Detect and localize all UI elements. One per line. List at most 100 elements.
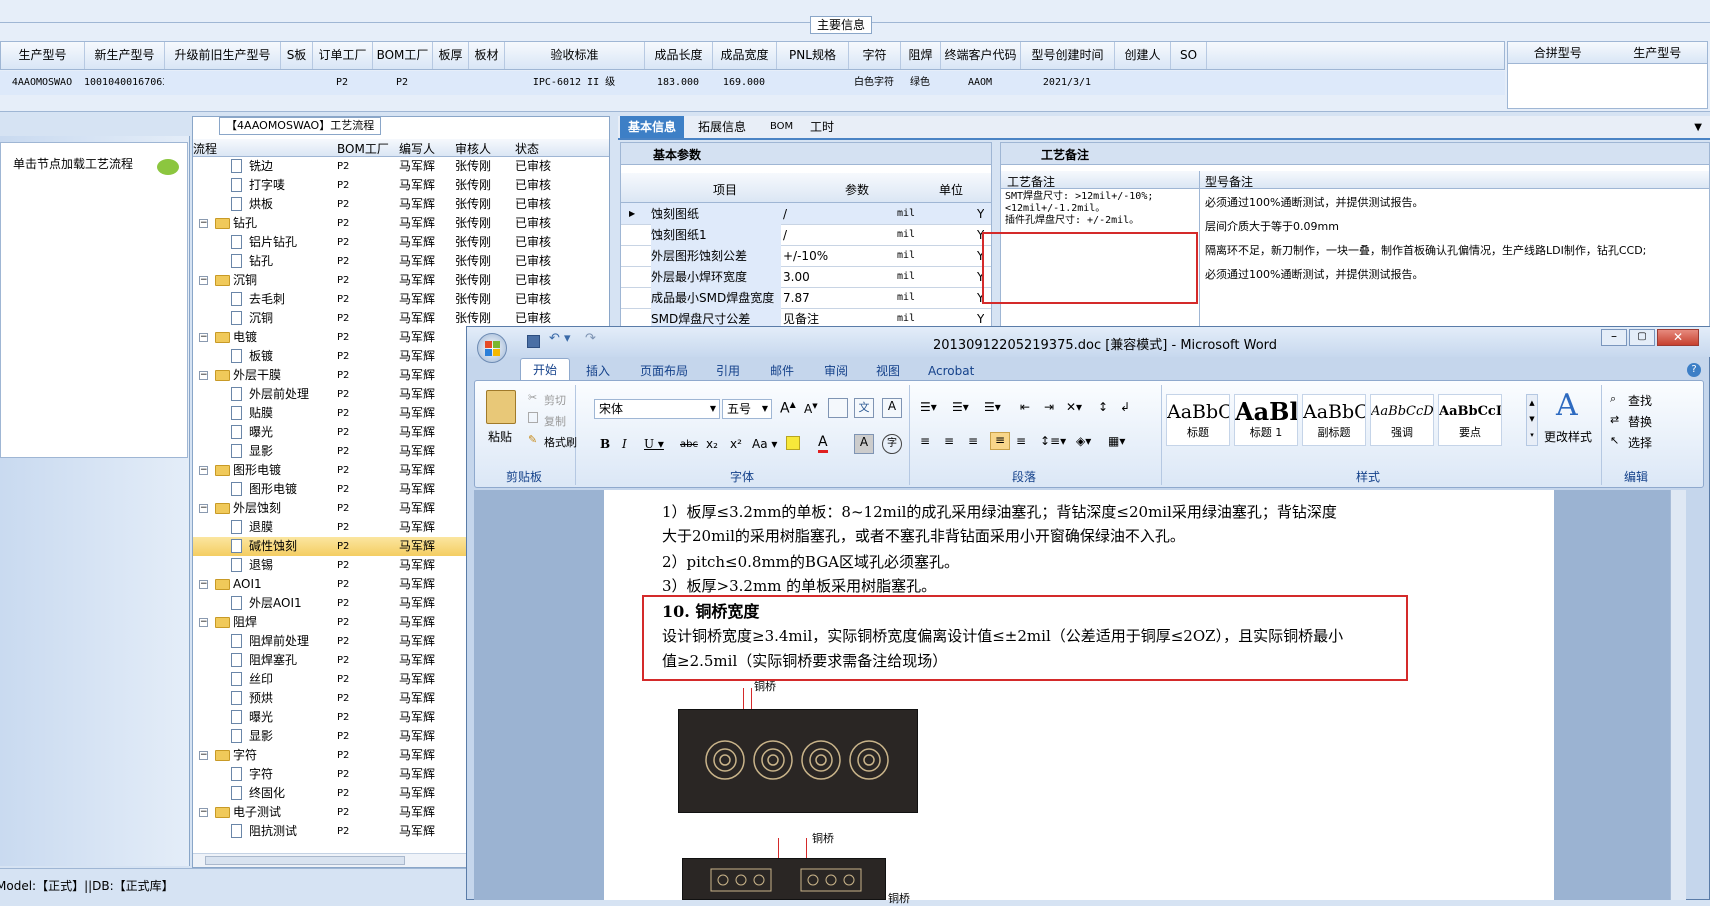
param-row[interactable]: 外层最小焊环宽度 3.00 mil Y xyxy=(621,266,991,288)
cut-button[interactable]: 剪切 xyxy=(544,392,566,408)
main-col-header[interactable]: 板厚 xyxy=(433,42,469,69)
styles-scroll[interactable]: ▲ ▼ ▾ xyxy=(1526,394,1538,446)
paragraph-controls[interactable]: ☰▾ ☰▾ ☰▾ ⇤ ⇥ ✕▾ ↕ ↲ ≡ ≡ ≡ ≡ ≡ ↕≡▾ ◈▾ ▦▾ xyxy=(916,396,1142,456)
ribbon-tab-home[interactable]: 开始 xyxy=(520,358,571,380)
font-name-select[interactable]: 宋体 ▼ xyxy=(594,399,720,419)
align-center-icon[interactable]: ≡ xyxy=(944,434,954,448)
flow-tree-node[interactable]: 去毛刺 P2 马军辉 张传刚 已审核 xyxy=(193,290,609,309)
main-col-header[interactable]: 新生产型号 xyxy=(85,42,165,69)
border-icon[interactable]: ▦▾ xyxy=(1108,434,1125,448)
main-col-header[interactable]: 字符 xyxy=(849,42,901,69)
dropdown-arrow-icon[interactable]: ▼ xyxy=(1694,122,1702,133)
style-gallery-item[interactable]: AaBbCcD 强调 xyxy=(1370,394,1434,446)
main-col-header[interactable]: S板 xyxy=(281,42,313,69)
collapse-icon[interactable]: − xyxy=(199,371,208,380)
collapse-icon[interactable]: − xyxy=(199,751,208,760)
main-col-header[interactable]: 板材 xyxy=(469,42,505,69)
main-col-header[interactable]: 生产型号 xyxy=(1,42,85,69)
paste-icon[interactable] xyxy=(486,390,516,424)
save-icon[interactable] xyxy=(527,335,540,348)
redo-icon[interactable]: ↷ xyxy=(585,331,596,346)
tab-work-hours[interactable]: 工时 xyxy=(802,116,842,138)
strikethrough-button[interactable]: abc xyxy=(680,439,698,450)
line-spacing-icon[interactable]: ↕≡▾ xyxy=(1040,434,1066,448)
collapse-icon[interactable]: − xyxy=(199,808,208,817)
change-styles-button[interactable]: 更改样式 xyxy=(1544,428,1592,445)
bold-button[interactable]: B xyxy=(600,437,610,451)
paste-button[interactable]: 粘贴 xyxy=(488,428,512,445)
collapse-icon[interactable]: − xyxy=(199,580,208,589)
ribbon-tab-review[interactable]: 审阅 xyxy=(824,360,848,382)
sort-icon[interactable]: ↕ xyxy=(1098,400,1108,414)
param-row[interactable]: 外层图形蚀刻公差 +/-10% mil Y xyxy=(621,245,991,267)
style-gallery-item[interactable]: AaBl 标题 1 xyxy=(1234,394,1298,446)
underline-button[interactable]: U ▾ xyxy=(644,437,664,451)
flow-tree-node[interactable]: 打字唛 P2 马军辉 张传刚 已审核 xyxy=(193,176,609,195)
vertical-scrollbar[interactable] xyxy=(1670,490,1686,900)
main-col-header[interactable]: 终端客户代码 xyxy=(941,42,1021,69)
main-col-header[interactable]: 订单工厂 xyxy=(313,42,373,69)
select-button[interactable]: 选择 xyxy=(1628,434,1652,451)
style-gallery-item[interactable]: AaBbC(副标题 xyxy=(1302,394,1366,446)
main-col-header[interactable]: 创建人 xyxy=(1115,42,1171,69)
increase-indent-icon[interactable]: ⇥ xyxy=(1044,400,1054,414)
shrink-font-icon[interactable]: A▼ xyxy=(804,402,818,416)
flow-tree-node[interactable]: 烘板 P2 马军辉 张传刚 已审核 xyxy=(193,195,609,214)
flow-tree-node[interactable]: 铣边 P2 马军辉 张传刚 已审核 xyxy=(193,157,609,176)
distributed-icon[interactable]: ≡ xyxy=(1016,434,1026,448)
font-color-icon[interactable]: A xyxy=(818,434,828,453)
clear-format-icon[interactable] xyxy=(828,398,848,418)
flow-col-header[interactable]: BOM工厂 xyxy=(337,140,389,157)
phonetic-icon[interactable]: 文 xyxy=(854,398,874,418)
main-col-header[interactable]: 验收标准 xyxy=(505,42,645,69)
char-shading-icon[interactable]: A xyxy=(854,434,874,454)
main-col-header[interactable]: SO xyxy=(1171,42,1207,69)
maximize-button[interactable]: ▢ xyxy=(1629,329,1655,346)
show-marks-icon[interactable]: ↲ xyxy=(1120,400,1130,414)
chinese-layout-icon[interactable]: ✕▾ xyxy=(1066,400,1082,414)
change-styles-icon[interactable]: A xyxy=(1556,388,1578,423)
basic-params-rows[interactable]: 蚀刻图纸 / mil Y ▶ 蚀刻图纸1/mil Y 外层图形蚀刻公差 +/-10% mil Y 外层… xyxy=(621,203,991,331)
collapse-icon[interactable]: − xyxy=(199,276,208,285)
italic-button[interactable]: I xyxy=(622,437,627,451)
main-info-row[interactable]: 4AAOMOSWAO 10010400167063 P2 P2 IPC-6012 II … xyxy=(0,71,1505,95)
bullets-icon[interactable]: ☰▾ xyxy=(920,400,937,414)
collapse-icon[interactable]: − xyxy=(199,219,208,228)
align-right-icon[interactable]: ≡ xyxy=(968,434,978,448)
ribbon-tab-mailings[interactable]: 邮件 xyxy=(770,360,794,382)
flow-col-header[interactable]: 审核人 xyxy=(455,140,491,157)
decrease-indent-icon[interactable]: ⇤ xyxy=(1020,400,1030,414)
grow-font-icon[interactable]: A▲ xyxy=(780,400,796,417)
justify-icon[interactable]: ≡ xyxy=(990,432,1010,450)
style-gallery-item[interactable]: AaBbCcD 要点 xyxy=(1438,394,1502,446)
char-border-icon[interactable]: A xyxy=(882,398,902,418)
ribbon-tab-references[interactable]: 引用 xyxy=(716,360,740,382)
tab-bom[interactable]: BOM xyxy=(762,116,801,138)
collapse-icon[interactable]: − xyxy=(199,466,208,475)
main-col-header[interactable]: 成品长度 xyxy=(645,42,713,69)
multilevel-list-icon[interactable]: ☰▾ xyxy=(984,400,1001,414)
ribbon-tab-insert[interactable]: 插入 xyxy=(586,360,610,382)
minimize-button[interactable]: – xyxy=(1601,329,1627,346)
close-button[interactable]: ✕ xyxy=(1657,329,1699,346)
superscript-button[interactable]: x² xyxy=(730,437,742,451)
param-row[interactable]: 成品最小SMD焊盘宽度 7.87 mil Y xyxy=(621,287,991,309)
style-gallery-item[interactable]: AaBbC(标题 xyxy=(1166,394,1230,446)
collapse-icon[interactable]: − xyxy=(199,504,208,513)
main-col-header[interactable]: PNL规格 xyxy=(777,42,849,69)
process-note-text[interactable]: SMT焊盘尺寸: >12mil+/-10%; <12mil+/-1.2mil。 插件… xyxy=(1005,191,1195,227)
align-left-icon[interactable]: ≡ xyxy=(920,434,930,448)
change-case-button[interactable]: Aa ▾ xyxy=(752,437,777,451)
font-size-select[interactable]: 五号 ▼ xyxy=(722,399,772,419)
flow-tree-node[interactable]: 铝片钻孔 P2 马军辉 张传刚 已审核 xyxy=(193,233,609,252)
main-col-header[interactable]: 型号创建时间 xyxy=(1021,42,1115,69)
flow-tree-node[interactable]: − 沉铜 P2 马军辉 张传刚 已审核 xyxy=(193,271,609,290)
param-row[interactable]: 蚀刻图纸 / mil Y ▶ xyxy=(621,203,991,225)
replace-button[interactable]: 替换 xyxy=(1628,413,1652,430)
param-row[interactable]: 蚀刻图纸1/mil Y xyxy=(621,224,991,246)
hint-box[interactable]: 单击节点加载工艺流程 xyxy=(0,142,188,458)
main-col-header[interactable]: 升级前旧生产型号 xyxy=(165,42,281,69)
help-icon[interactable]: ? xyxy=(1687,363,1701,377)
main-col-header[interactable]: 阻焊 xyxy=(901,42,941,69)
model-note-text[interactable]: 必须通过100%通断测试，并提供测试报告。 层间介质大于等于0.09mm 隔离环不足… xyxy=(1205,191,1705,287)
